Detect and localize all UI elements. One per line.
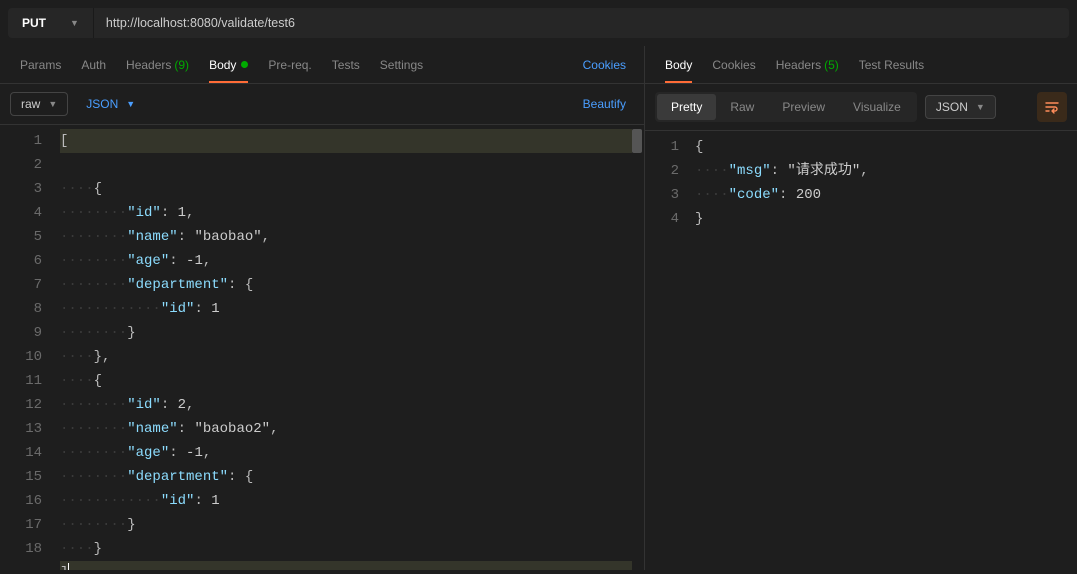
http-method-select[interactable]: PUT ▼ <box>8 8 94 38</box>
tab-resp-cookies[interactable]: Cookies <box>702 46 765 83</box>
url-input[interactable] <box>94 8 1069 38</box>
vtab-pretty[interactable]: Pretty <box>657 94 716 120</box>
chevron-down-icon: ▼ <box>70 18 79 28</box>
beautify-link[interactable]: Beautify <box>575 97 634 111</box>
response-format-select[interactable]: JSON ▼ <box>925 95 996 119</box>
chevron-down-icon: ▼ <box>976 102 985 112</box>
request-pane: Params Auth Headers(9) Body Pre-req. Tes… <box>0 46 645 570</box>
response-body-viewer[interactable]: 1234 { ····"msg": "请求成功", ····"code": 20… <box>645 130 1077 570</box>
line-gutter: 1234 <box>645 131 695 570</box>
request-bar: PUT ▼ <box>0 0 1077 46</box>
tab-resp-body[interactable]: Body <box>655 46 702 83</box>
scrollbar-thumb[interactable] <box>632 129 642 153</box>
body-subbar: raw ▼ JSON ▼ Beautify <box>0 84 644 124</box>
body-type-select[interactable]: raw ▼ <box>10 92 68 116</box>
cookies-link[interactable]: Cookies <box>575 58 634 72</box>
main-split: Params Auth Headers(9) Body Pre-req. Tes… <box>0 46 1077 570</box>
vtab-visualize[interactable]: Visualize <box>839 94 915 120</box>
tab-settings[interactable]: Settings <box>370 46 433 83</box>
body-modified-dot <box>241 61 248 68</box>
vtab-preview[interactable]: Preview <box>768 94 839 120</box>
vtab-raw[interactable]: Raw <box>716 94 768 120</box>
headers-count: (9) <box>174 58 189 72</box>
tab-params[interactable]: Params <box>10 46 71 83</box>
response-tabs: Body Cookies Headers(5) Test Results <box>645 46 1077 84</box>
tab-headers[interactable]: Headers(9) <box>116 46 199 83</box>
response-subbar: Pretty Raw Preview Visualize JSON ▼ <box>645 84 1077 130</box>
request-tabs: Params Auth Headers(9) Body Pre-req. Tes… <box>0 46 644 84</box>
resp-headers-count: (5) <box>824 58 839 72</box>
tab-tests[interactable]: Tests <box>322 46 370 83</box>
chevron-down-icon: ▼ <box>126 99 135 109</box>
tab-resp-headers[interactable]: Headers(5) <box>766 46 849 83</box>
tab-resp-testresults[interactable]: Test Results <box>849 46 934 83</box>
http-method-label: PUT <box>22 16 46 30</box>
chevron-down-icon: ▼ <box>48 99 57 109</box>
body-format-select[interactable]: JSON ▼ <box>76 93 145 115</box>
code-content: { ····"msg": "请求成功", ····"code": 200 } <box>695 131 1077 570</box>
response-pane: Body Cookies Headers(5) Test Results Pre… <box>645 46 1077 570</box>
line-gutter: 123456789101112131415161718 <box>0 125 60 570</box>
request-body-editor[interactable]: 123456789101112131415161718 [ ····{ ····… <box>0 124 644 570</box>
tab-auth[interactable]: Auth <box>71 46 116 83</box>
tab-prereq[interactable]: Pre-req. <box>258 46 321 83</box>
wrap-icon <box>1044 99 1060 115</box>
wrap-lines-button[interactable] <box>1037 92 1067 122</box>
code-content[interactable]: [ ····{ ········"id": 1, ········"name":… <box>60 125 644 570</box>
tab-body[interactable]: Body <box>199 46 258 83</box>
response-view-tabs: Pretty Raw Preview Visualize <box>655 92 917 122</box>
